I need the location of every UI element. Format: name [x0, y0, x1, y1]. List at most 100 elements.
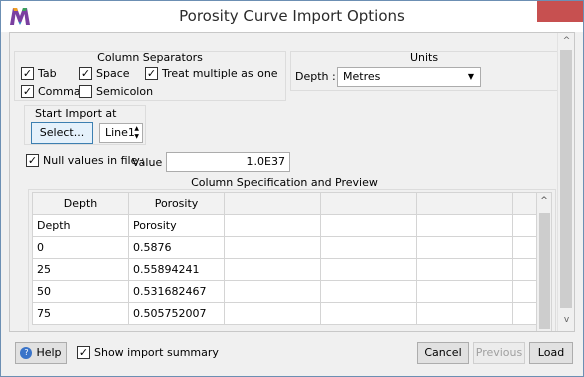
chevron-down-icon[interactable]: v	[558, 312, 574, 329]
dialog-footer: ? Help ✓ Show import summary Cancel Previ…	[1, 332, 583, 376]
chevron-up-icon[interactable]: ^	[537, 196, 551, 206]
table-row: 0 0.5876	[32, 236, 537, 259]
select-start-button[interactable]: Select...	[31, 122, 93, 144]
table-cell	[416, 258, 513, 281]
table-cell	[416, 214, 513, 237]
import-options-dialog: Porosity Curve Import Options Column Sep…	[0, 0, 584, 377]
tab-label: Tab	[38, 67, 57, 80]
table-cell	[320, 280, 417, 303]
space-checkbox[interactable]: ✓ Space	[79, 67, 130, 80]
space-label: Space	[96, 67, 130, 80]
help-button[interactable]: ? Help	[15, 342, 67, 364]
column-header[interactable]	[224, 192, 321, 215]
table-cell: Depth	[32, 214, 129, 237]
table-cell	[416, 236, 513, 259]
null-values-check-icon: ✓	[26, 154, 39, 167]
table-cell: 50	[32, 280, 129, 303]
show-summary-label: Show import summary	[94, 346, 219, 359]
semicolon-checkbox[interactable]: Semicolon	[79, 85, 153, 98]
table-row: Depth Porosity	[32, 214, 537, 237]
table-cell: 0.531682467	[128, 280, 225, 303]
comma-checkbox[interactable]: ✓ Comma	[21, 85, 81, 98]
tab-checkbox[interactable]: ✓ Tab	[21, 67, 57, 80]
column-header[interactable]	[416, 192, 513, 215]
table-cell: Porosity	[128, 214, 225, 237]
table-cell	[224, 258, 321, 281]
previous-button[interactable]: Previous	[473, 342, 525, 364]
column-header[interactable]: Depth	[32, 192, 129, 215]
table-row: 25 0.55894241	[32, 258, 537, 281]
table-scroll-thumb[interactable]	[539, 213, 550, 329]
units-group: Units Depth : Metres ▼	[290, 51, 558, 91]
title-bar[interactable]: Porosity Curve Import Options	[1, 1, 583, 32]
table-cell: 75	[32, 302, 129, 325]
table-cell	[224, 236, 321, 259]
units-title: Units	[409, 51, 439, 64]
start-import-title: Start Import at	[35, 107, 117, 120]
show-summary-checkbox[interactable]: ✓ Show import summary	[77, 346, 219, 359]
comma-label: Comma	[38, 85, 81, 98]
options-panel: Column Separators ✓ Tab ✓ Space ✓ Treat …	[9, 32, 575, 332]
table-cell	[512, 236, 537, 259]
space-check-icon: ✓	[79, 67, 92, 80]
column-spec-title: Column Specification and Preview	[191, 176, 378, 189]
table-cell	[512, 280, 537, 303]
load-button[interactable]: Load	[529, 342, 573, 364]
column-header[interactable]: Porosity	[128, 192, 225, 215]
window-title: Porosity Curve Import Options	[179, 7, 405, 25]
table-scrollbar[interactable]: ^	[536, 192, 552, 331]
treat-multiple-checkbox[interactable]: ✓ Treat multiple as one	[145, 67, 278, 80]
table-cell	[320, 258, 417, 281]
table-cell	[416, 280, 513, 303]
table-cell: 0.55894241	[128, 258, 225, 281]
table-cell	[416, 302, 513, 325]
table-cell	[320, 236, 417, 259]
depth-units-value: Metres	[343, 70, 381, 83]
table-cell: 25	[32, 258, 129, 281]
help-icon: ?	[20, 347, 33, 359]
null-values-label: Null values in file :	[43, 154, 145, 167]
table-row: 75 0.505752007	[32, 302, 537, 325]
start-line-value: Line1	[105, 126, 135, 139]
table-cell	[512, 258, 537, 281]
cancel-button[interactable]: Cancel	[417, 342, 469, 364]
start-import-group: Start Import at Select... Line1 ▲ ▼	[24, 105, 146, 145]
table-row: 50 0.531682467	[32, 280, 537, 303]
show-summary-check-icon: ✓	[77, 346, 90, 359]
table-cell	[224, 302, 321, 325]
table-cell: 0.5876	[128, 236, 225, 259]
tab-check-icon: ✓	[21, 67, 34, 80]
chevron-up-icon[interactable]: ^	[558, 33, 574, 50]
column-header[interactable]	[320, 192, 417, 215]
start-line-spinner[interactable]: Line1 ▲ ▼	[99, 123, 143, 143]
panel-scroll-thumb[interactable]	[560, 50, 572, 308]
table-cell	[320, 302, 417, 325]
treat-multiple-label: Treat multiple as one	[162, 67, 278, 80]
treat-multiple-check-icon: ✓	[145, 67, 158, 80]
column-header[interactable]	[512, 192, 537, 215]
table-cell	[512, 214, 537, 237]
table-cell	[224, 214, 321, 237]
depth-units-dropdown[interactable]: Metres ▼	[337, 67, 481, 87]
null-values-checkbox[interactable]: ✓ Null values in file :	[26, 154, 145, 167]
semicolon-label: Semicolon	[96, 85, 154, 98]
null-value-label: Value	[132, 156, 163, 169]
chevron-down-icon: ▼	[467, 72, 474, 81]
table-cell	[320, 214, 417, 237]
table-cell: 0.505752007	[128, 302, 225, 325]
null-value-input[interactable]: 1.0E37	[166, 152, 290, 172]
column-separators-title: Column Separators	[97, 51, 203, 64]
close-button[interactable]	[537, 1, 583, 22]
spinner-arrows-icon: ▲ ▼	[134, 125, 139, 140]
comma-check-icon: ✓	[21, 85, 34, 98]
column-separators-group: Column Separators ✓ Tab ✓ Space ✓ Treat …	[14, 51, 286, 101]
panel-scrollbar[interactable]: ^ v	[557, 33, 574, 331]
table-cell	[224, 280, 321, 303]
preview-table: Depth Porosity Depth Porosity 0 0.5876 2…	[32, 192, 537, 325]
semicolon-check-icon	[79, 85, 92, 98]
table-header-row: Depth Porosity	[32, 192, 537, 215]
table-cell: 0	[32, 236, 129, 259]
depth-units-label: Depth :	[295, 70, 336, 83]
help-label: Help	[36, 346, 62, 359]
table-cell	[512, 302, 537, 325]
